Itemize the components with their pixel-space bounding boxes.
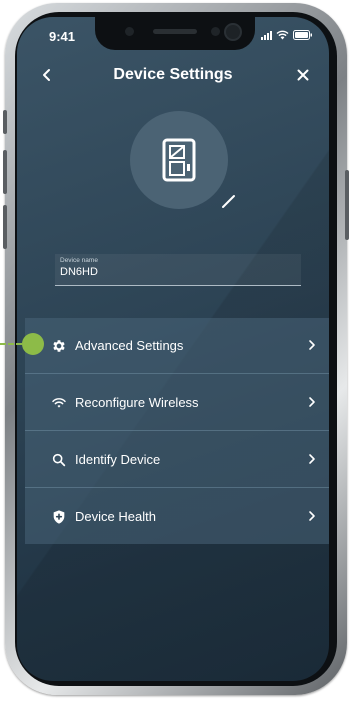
shield-icon (53, 510, 65, 524)
menu-item-label: Advanced Settings (75, 338, 184, 353)
notch (95, 17, 255, 50)
status-icons (261, 30, 313, 40)
device-avatar (130, 111, 228, 209)
close-icon (297, 69, 309, 81)
menu-item-label: Reconfigure Wireless (75, 395, 199, 410)
gear-icon (53, 340, 65, 352)
callout-marker (22, 333, 44, 355)
menu-item-label: Device Health (75, 509, 156, 524)
signal-icon (261, 30, 272, 40)
device-name-value[interactable]: DN6HD (60, 266, 98, 278)
sensor-dot (125, 27, 134, 36)
menu-item-advanced-settings[interactable]: Advanced Settings (25, 318, 329, 374)
device-name-label: Device name (60, 257, 98, 264)
menu-item-reconfigure-wireless[interactable]: Reconfigure Wireless (25, 375, 329, 431)
settings-menu: Advanced Settings Reconfigure Wireless I… (25, 318, 329, 544)
battery-icon (293, 30, 312, 40)
camera (224, 23, 242, 41)
edit-pencil-icon (222, 195, 235, 208)
side-button-left-1 (3, 110, 7, 134)
chevron-right-icon (309, 397, 315, 407)
edit-avatar-button[interactable] (220, 192, 238, 210)
menu-item-label: Identify Device (75, 452, 161, 467)
chevron-right-icon (309, 454, 315, 464)
status-time: 9:41 (49, 29, 76, 44)
menu-item-identify-device[interactable]: Identify Device (25, 432, 329, 488)
wifi-icon (52, 398, 66, 408)
chevron-right-icon (309, 511, 315, 521)
search-icon (52, 453, 66, 467)
side-button-right (345, 170, 349, 240)
side-button-left-2 (3, 150, 7, 194)
device-icon (162, 138, 196, 182)
chevron-right-icon (309, 340, 315, 350)
wifi-status-icon (276, 30, 289, 40)
menu-item-device-health[interactable]: Device Health (25, 489, 329, 545)
page-title: Device Settings (113, 66, 233, 83)
side-button-left-3 (3, 205, 7, 249)
app-screen: 9:41 Device Settings Device name DN6HD A… (17, 17, 329, 681)
close-button[interactable] (293, 65, 313, 85)
callout-line (0, 343, 22, 345)
speaker (153, 29, 197, 34)
device-name-field[interactable]: Device name DN6HD (55, 254, 301, 286)
sensor-dot (211, 27, 220, 36)
